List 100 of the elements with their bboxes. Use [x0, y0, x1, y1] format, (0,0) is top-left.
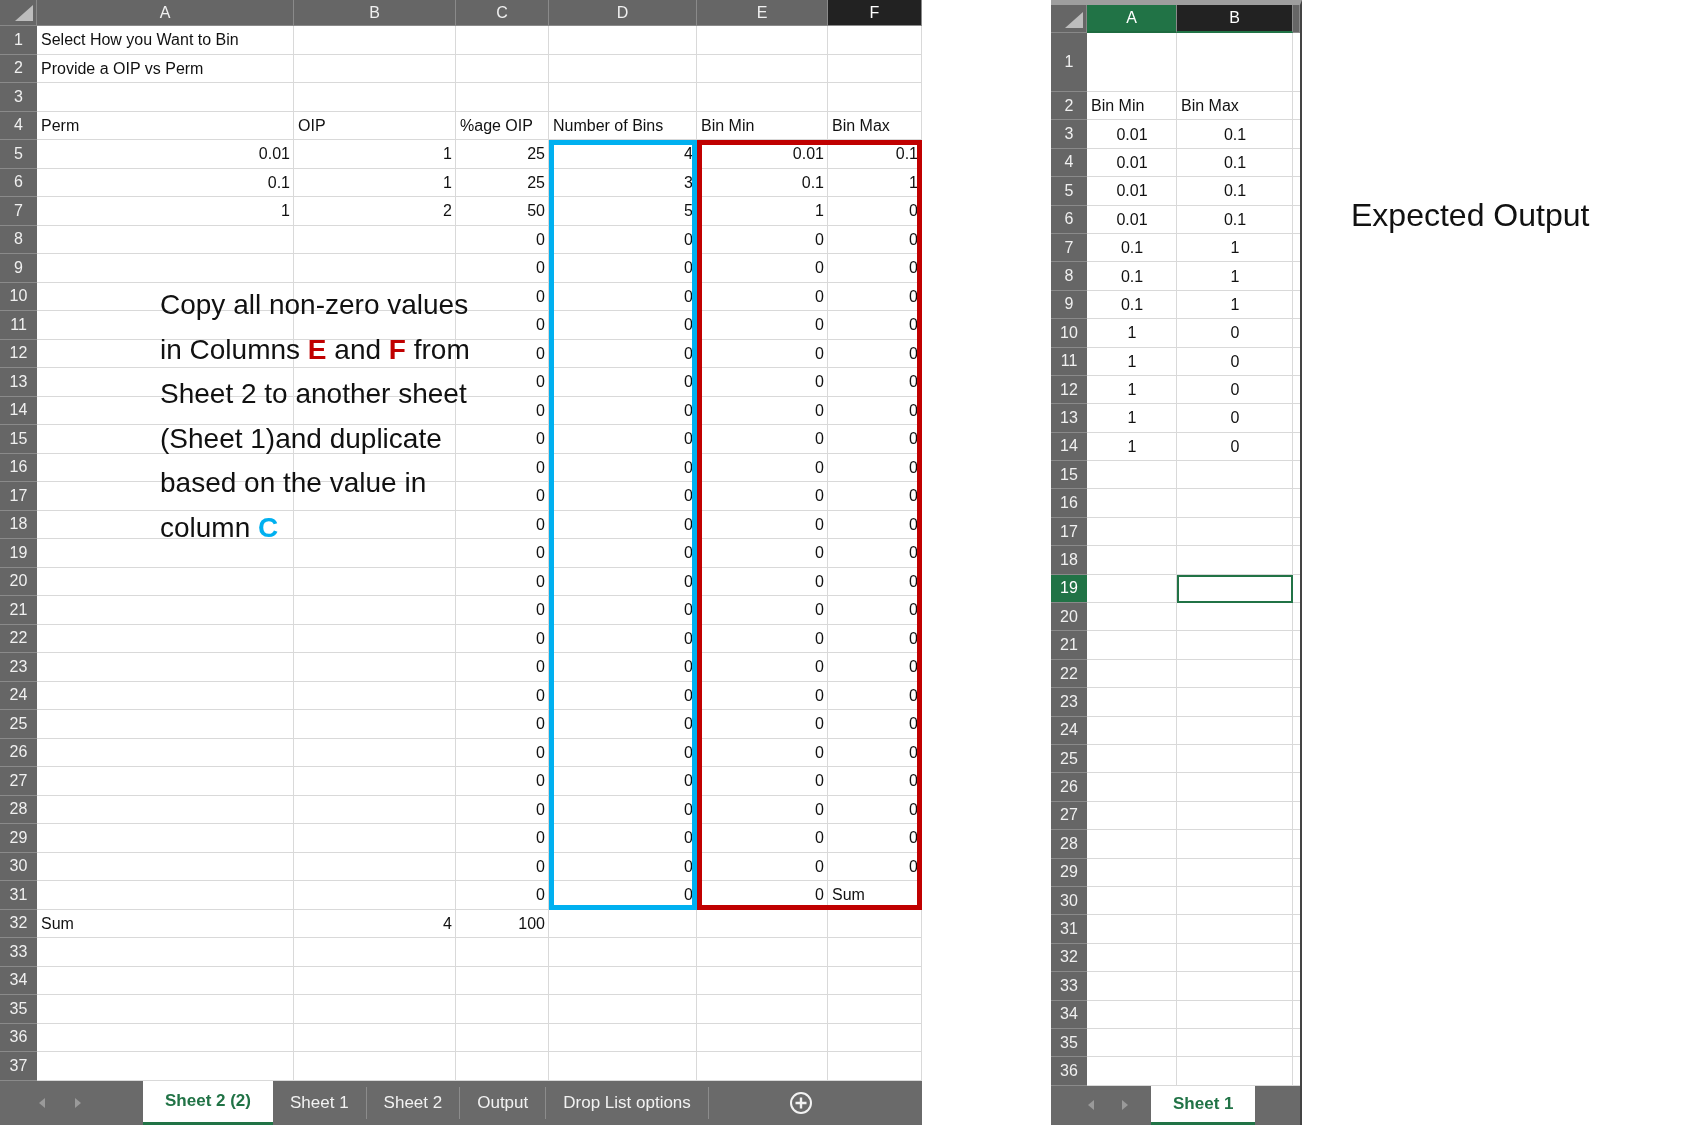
row-header[interactable]: 7 — [1051, 233, 1087, 263]
row-header[interactable]: 8 — [1051, 262, 1087, 291]
row-header[interactable]: 15 — [1051, 461, 1087, 490]
column-header[interactable]: C — [456, 0, 549, 26]
row-header[interactable]: 21 — [0, 596, 37, 625]
row-header[interactable]: 15 — [0, 425, 37, 454]
row-header[interactable]: 2 — [1051, 92, 1087, 121]
row-header[interactable]: 9 — [1051, 290, 1087, 320]
column-header[interactable]: F — [828, 0, 922, 26]
sheet-tab[interactable]: Sheet 2 — [366, 1086, 461, 1119]
row-header[interactable]: 19 — [0, 539, 37, 568]
row-header[interactable]: 36 — [1051, 1057, 1087, 1086]
row-header[interactable]: 21 — [1051, 631, 1087, 660]
row-header[interactable]: 33 — [0, 938, 37, 967]
row-header[interactable]: 3 — [1051, 120, 1087, 149]
row-header[interactable]: 5 — [0, 140, 37, 169]
row-header[interactable]: 36 — [0, 1023, 37, 1052]
row-header[interactable]: 13 — [0, 368, 37, 397]
row-header[interactable]: 12 — [0, 339, 37, 368]
row-header[interactable]: 20 — [0, 567, 37, 596]
row-header[interactable]: 8 — [0, 225, 37, 254]
active-cell-cursor[interactable] — [1177, 574, 1293, 604]
row-header[interactable]: 35 — [1051, 1028, 1087, 1058]
add-sheet-icon[interactable] — [788, 1090, 813, 1115]
row-header[interactable]: 30 — [0, 852, 37, 881]
row-header[interactable]: 13 — [1051, 404, 1087, 433]
scroll-left-icon[interactable] — [38, 1096, 46, 1109]
row-header[interactable]: 22 — [1051, 659, 1087, 689]
row-header[interactable]: 14 — [1051, 432, 1087, 462]
row-header[interactable]: 6 — [0, 168, 37, 197]
column-header[interactable]: D — [549, 0, 697, 26]
scroll-right-icon[interactable] — [74, 1096, 82, 1109]
row-header[interactable]: 17 — [0, 482, 37, 511]
table-cell-text: Sum — [831, 885, 866, 906]
sheet-tab[interactable]: Sheet 1 — [273, 1086, 367, 1119]
sheet-tab[interactable]: Output — [460, 1086, 547, 1119]
column-header[interactable] — [1293, 5, 1300, 33]
table-cell-text: 3 — [683, 172, 694, 193]
row-header[interactable]: 28 — [0, 795, 37, 824]
row-header[interactable]: 5 — [1051, 177, 1087, 206]
row-header[interactable]: 31 — [1051, 915, 1087, 944]
column-header[interactable]: A — [1087, 5, 1177, 33]
row-header[interactable]: 16 — [1051, 489, 1087, 518]
table-cell-text: 0.1 — [1222, 181, 1248, 202]
row-header[interactable]: 2 — [0, 54, 37, 83]
row-header[interactable]: 18 — [0, 510, 37, 539]
column-header[interactable]: A — [37, 0, 294, 26]
sheet-tab[interactable]: Drop List options — [546, 1086, 709, 1119]
select-all-corner[interactable] — [1051, 5, 1087, 33]
row-header[interactable]: 28 — [1051, 830, 1087, 859]
row-header[interactable]: 20 — [1051, 603, 1087, 632]
row-header[interactable]: 24 — [1051, 716, 1087, 745]
sheet-tab[interactable]: Sheet 1 — [1151, 1085, 1256, 1125]
row-header[interactable]: 32 — [1051, 943, 1087, 973]
row-header[interactable]: 1 — [0, 26, 37, 55]
scroll-right-icon[interactable] — [1121, 1099, 1129, 1112]
row-header[interactable]: 4 — [0, 111, 37, 140]
row-header[interactable]: 3 — [0, 83, 37, 112]
row-header[interactable]: 25 — [0, 710, 37, 739]
row-header[interactable]: 27 — [0, 767, 37, 796]
row-header[interactable]: 18 — [1051, 546, 1087, 575]
row-header[interactable]: 29 — [1051, 858, 1087, 887]
column-header[interactable]: E — [697, 0, 828, 26]
row-header[interactable]: 11 — [0, 311, 37, 340]
row-header[interactable]: 10 — [0, 282, 37, 311]
row-header[interactable]: 23 — [1051, 688, 1087, 717]
row-header[interactable]: 30 — [1051, 886, 1087, 916]
row-header[interactable]: 22 — [0, 624, 37, 653]
row-header[interactable]: 35 — [0, 995, 37, 1024]
select-all-corner[interactable] — [0, 0, 37, 26]
row-header[interactable]: 23 — [0, 653, 37, 682]
row-header[interactable]: 34 — [1051, 1000, 1087, 1029]
row-header[interactable]: 19 — [1051, 574, 1087, 604]
row-header[interactable]: 24 — [0, 681, 37, 710]
row-header[interactable]: 34 — [0, 966, 37, 995]
table-cell-text: 0 — [1229, 351, 1241, 372]
row-header[interactable]: 29 — [0, 824, 37, 853]
row-header[interactable]: 25 — [1051, 745, 1087, 774]
row-header[interactable]: 14 — [0, 396, 37, 425]
row-header[interactable]: 7 — [0, 197, 37, 226]
column-header[interactable]: B — [1177, 5, 1293, 33]
row-header[interactable]: 9 — [0, 254, 37, 283]
row-header[interactable]: 6 — [1051, 205, 1087, 234]
row-header[interactable]: 10 — [1051, 319, 1087, 348]
row-header[interactable]: 17 — [1051, 517, 1087, 547]
row-header[interactable]: 27 — [1051, 801, 1087, 831]
row-header[interactable]: 26 — [1051, 773, 1087, 802]
column-header[interactable]: B — [294, 0, 456, 26]
scroll-left-icon[interactable] — [1087, 1099, 1095, 1112]
row-header[interactable]: 1 — [1051, 33, 1087, 92]
row-header[interactable]: 37 — [0, 1052, 37, 1081]
row-header[interactable]: 11 — [1051, 347, 1087, 376]
sheet-tab[interactable]: Sheet 2 (2) — [143, 1080, 273, 1125]
row-header[interactable]: 26 — [0, 738, 37, 767]
row-header[interactable]: 32 — [0, 909, 37, 938]
row-header[interactable]: 31 — [0, 881, 37, 910]
row-header[interactable]: 12 — [1051, 375, 1087, 405]
row-header[interactable]: 33 — [1051, 972, 1087, 1001]
row-header[interactable]: 4 — [1051, 148, 1087, 178]
row-header[interactable]: 16 — [0, 453, 37, 482]
